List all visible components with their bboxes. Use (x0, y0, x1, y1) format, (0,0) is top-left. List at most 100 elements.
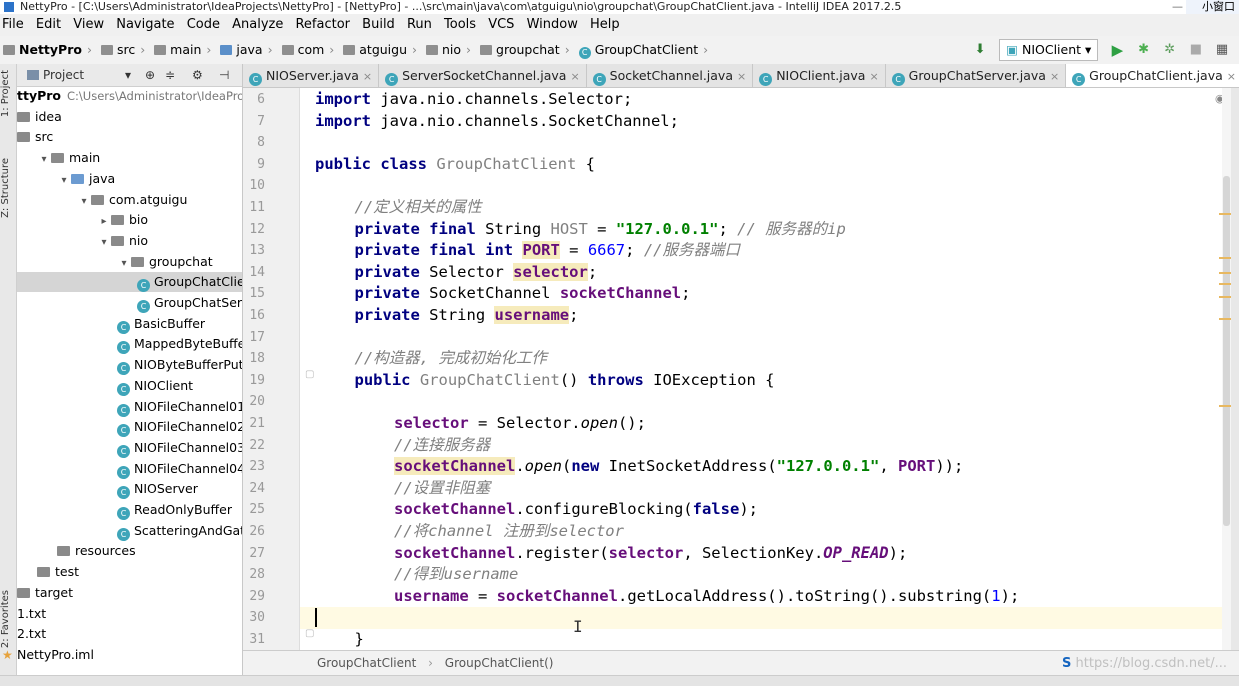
tree-item[interactable]: idea (17, 107, 242, 127)
menu-window[interactable]: Window (525, 14, 584, 36)
breadcrumb-class[interactable]: C GroupChatClient (576, 36, 701, 64)
menu-vcs[interactable]: VCS (486, 14, 520, 36)
breadcrumb-atguigu[interactable]: atguigu (340, 36, 410, 64)
fold-icon[interactable]: ▢ (305, 628, 314, 639)
close-icon[interactable]: × (869, 70, 878, 83)
locate-icon[interactable]: ⊕ (145, 64, 155, 86)
menu-tools[interactable]: Tools (442, 14, 482, 36)
menu-file[interactable]: File (0, 14, 30, 36)
breadcrumb-java[interactable]: java (217, 36, 265, 64)
scroll-thumb[interactable] (1223, 176, 1230, 526)
editor-scrollbar[interactable] (1222, 88, 1231, 650)
tree-item[interactable]: 2.txt (17, 624, 242, 644)
tree-item[interactable]: C NIOFileChannel04 (17, 459, 242, 479)
run-icon[interactable]: ▶ (1109, 36, 1125, 64)
code-editor[interactable]: 6 7 8 9 10 11 12 13 14 15 16 17 18 19 20 21 22 23 24 25 26 27… (243, 88, 1231, 650)
tree-item[interactable]: ▾ java (17, 169, 242, 189)
tree-item[interactable]: ▾ main (17, 148, 242, 168)
hide-icon[interactable]: ⊣ (219, 64, 229, 86)
tree-item[interactable]: NettyPro.iml (17, 645, 242, 665)
tree-item[interactable]: test (17, 562, 242, 582)
tree-item[interactable]: C NIOFileChannel03 (17, 438, 242, 458)
close-icon[interactable]: × (363, 70, 372, 83)
error-stripe-mark[interactable] (1219, 318, 1231, 320)
close-icon[interactable]: × (1050, 70, 1059, 83)
minimize-button[interactable]: — (1172, 0, 1183, 14)
tree-item[interactable]: 1.txt (17, 604, 242, 624)
menu-view[interactable]: View (71, 14, 110, 36)
menu-navigate[interactable]: Navigate (114, 14, 180, 36)
error-stripe-mark[interactable] (1219, 283, 1231, 285)
favorites-tool-tab[interactable]: 2: Favorites (0, 590, 16, 648)
menu-code[interactable]: Code (185, 14, 226, 36)
error-stripe-mark[interactable] (1219, 272, 1231, 274)
tree-item[interactable]: C NIOClient (17, 376, 242, 396)
status-crumb-class[interactable]: GroupChatClient (243, 656, 416, 670)
menu-run[interactable]: Run (405, 14, 438, 36)
close-icon[interactable]: × (1227, 70, 1236, 83)
editor-tab[interactable]: C NIOClient.java × (753, 64, 886, 87)
editor-tab[interactable]: C ServerSocketChannel.java × (379, 64, 587, 87)
breadcrumb-main[interactable]: main (151, 36, 204, 64)
breadcrumb-nio[interactable]: nio (423, 36, 464, 64)
tree-item[interactable]: C ReadOnlyBuffer (17, 500, 242, 520)
expand-arrow-icon[interactable]: ▾ (77, 192, 91, 212)
close-icon[interactable]: × (570, 70, 579, 83)
tree-item[interactable]: C NIOByteBufferPutGet (17, 355, 242, 376)
expand-arrow-icon[interactable]: ▾ (37, 150, 51, 170)
tree-item[interactable]: ttyPro C:\Users\Administrator\IdeaProj (17, 86, 242, 106)
tree-item[interactable]: C GroupChatServer (17, 293, 242, 313)
tree-item[interactable]: ▾ nio (17, 231, 242, 251)
tree-item[interactable]: ▾ groupchat (17, 252, 242, 272)
project-structure-icon[interactable]: ▦ (1214, 36, 1230, 64)
error-stripe-mark[interactable] (1219, 257, 1231, 259)
breadcrumb-project[interactable]: NettyPro (0, 36, 85, 64)
stop-icon[interactable]: ■ (1188, 36, 1204, 64)
tree-item[interactable]: C ScatteringAndGathering (17, 521, 242, 541)
project-tool-tab[interactable]: 1: Project (0, 70, 16, 117)
expand-arrow-icon[interactable]: ▾ (57, 171, 71, 191)
fold-icon[interactable]: ▢ (305, 369, 314, 380)
tree-item[interactable]: ▾ com.atguigu (17, 190, 242, 210)
expand-arrow-icon[interactable]: ▸ (97, 212, 111, 232)
collapse-icon[interactable]: ≑ (165, 64, 175, 86)
dropdown-icon[interactable]: ▾ (125, 64, 131, 86)
tree-item[interactable]: target (17, 583, 242, 603)
tree-item[interactable]: C NIOServer (17, 479, 242, 500)
debug-icon[interactable]: ✱ (1136, 36, 1152, 64)
tree-item[interactable]: ▸ bio (17, 210, 242, 230)
menu-refactor[interactable]: Refactor (293, 14, 356, 36)
expand-arrow-icon[interactable]: ▾ (117, 254, 131, 274)
editor-tab[interactable]: C NIOServer.java × (243, 64, 380, 87)
structure-tool-tab[interactable]: Z: Structure (0, 158, 16, 218)
tree-item[interactable]: resources (17, 541, 242, 561)
tree-item[interactable]: C BasicBuffer (17, 314, 242, 334)
breadcrumb-src[interactable]: src (98, 36, 138, 64)
build-icon[interactable]: ⬇ (972, 36, 988, 64)
tree-item[interactable]: C NIOFileChannel01 (17, 397, 242, 417)
breadcrumb-groupchat[interactable]: groupchat (477, 36, 563, 64)
tree-item[interactable]: C NIOFileChannel02 (17, 417, 242, 438)
tree-item[interactable]: C GroupChatClient (17, 272, 242, 293)
menu-help[interactable]: Help (588, 14, 626, 36)
editor-tab[interactable]: C SocketChannel.java × (587, 64, 754, 87)
expand-arrow-icon[interactable]: ▾ (97, 233, 111, 253)
menu-build[interactable]: Build (360, 14, 401, 36)
status-crumb-method[interactable]: GroupChatClient() (445, 656, 554, 670)
error-stripe-mark[interactable] (1219, 213, 1231, 215)
close-icon[interactable]: × (737, 70, 746, 83)
error-stripe-mark[interactable] (1219, 405, 1231, 407)
editor-tab[interactable]: C GroupChatServer.java × (886, 64, 1067, 87)
breadcrumb-com[interactable]: com (279, 36, 328, 64)
coverage-icon[interactable]: ✲ (1162, 36, 1178, 64)
menu-analyze[interactable]: Analyze (230, 14, 289, 36)
run-config-select[interactable]: ▣ NIOClient ▾ (999, 39, 1099, 61)
gear-icon[interactable]: ⚙ (192, 64, 203, 86)
editor-tab[interactable]: C GroupChatClient.java × (1066, 64, 1239, 87)
tree-item[interactable]: src (17, 127, 242, 147)
line-number: 29 (249, 588, 265, 604)
tree-item[interactable]: C MappedByteBufferTest (17, 334, 242, 355)
ime-label[interactable]: 小窗口 (1186, 0, 1239, 14)
error-stripe-mark[interactable] (1219, 296, 1231, 298)
menu-edit[interactable]: Edit (34, 14, 67, 36)
